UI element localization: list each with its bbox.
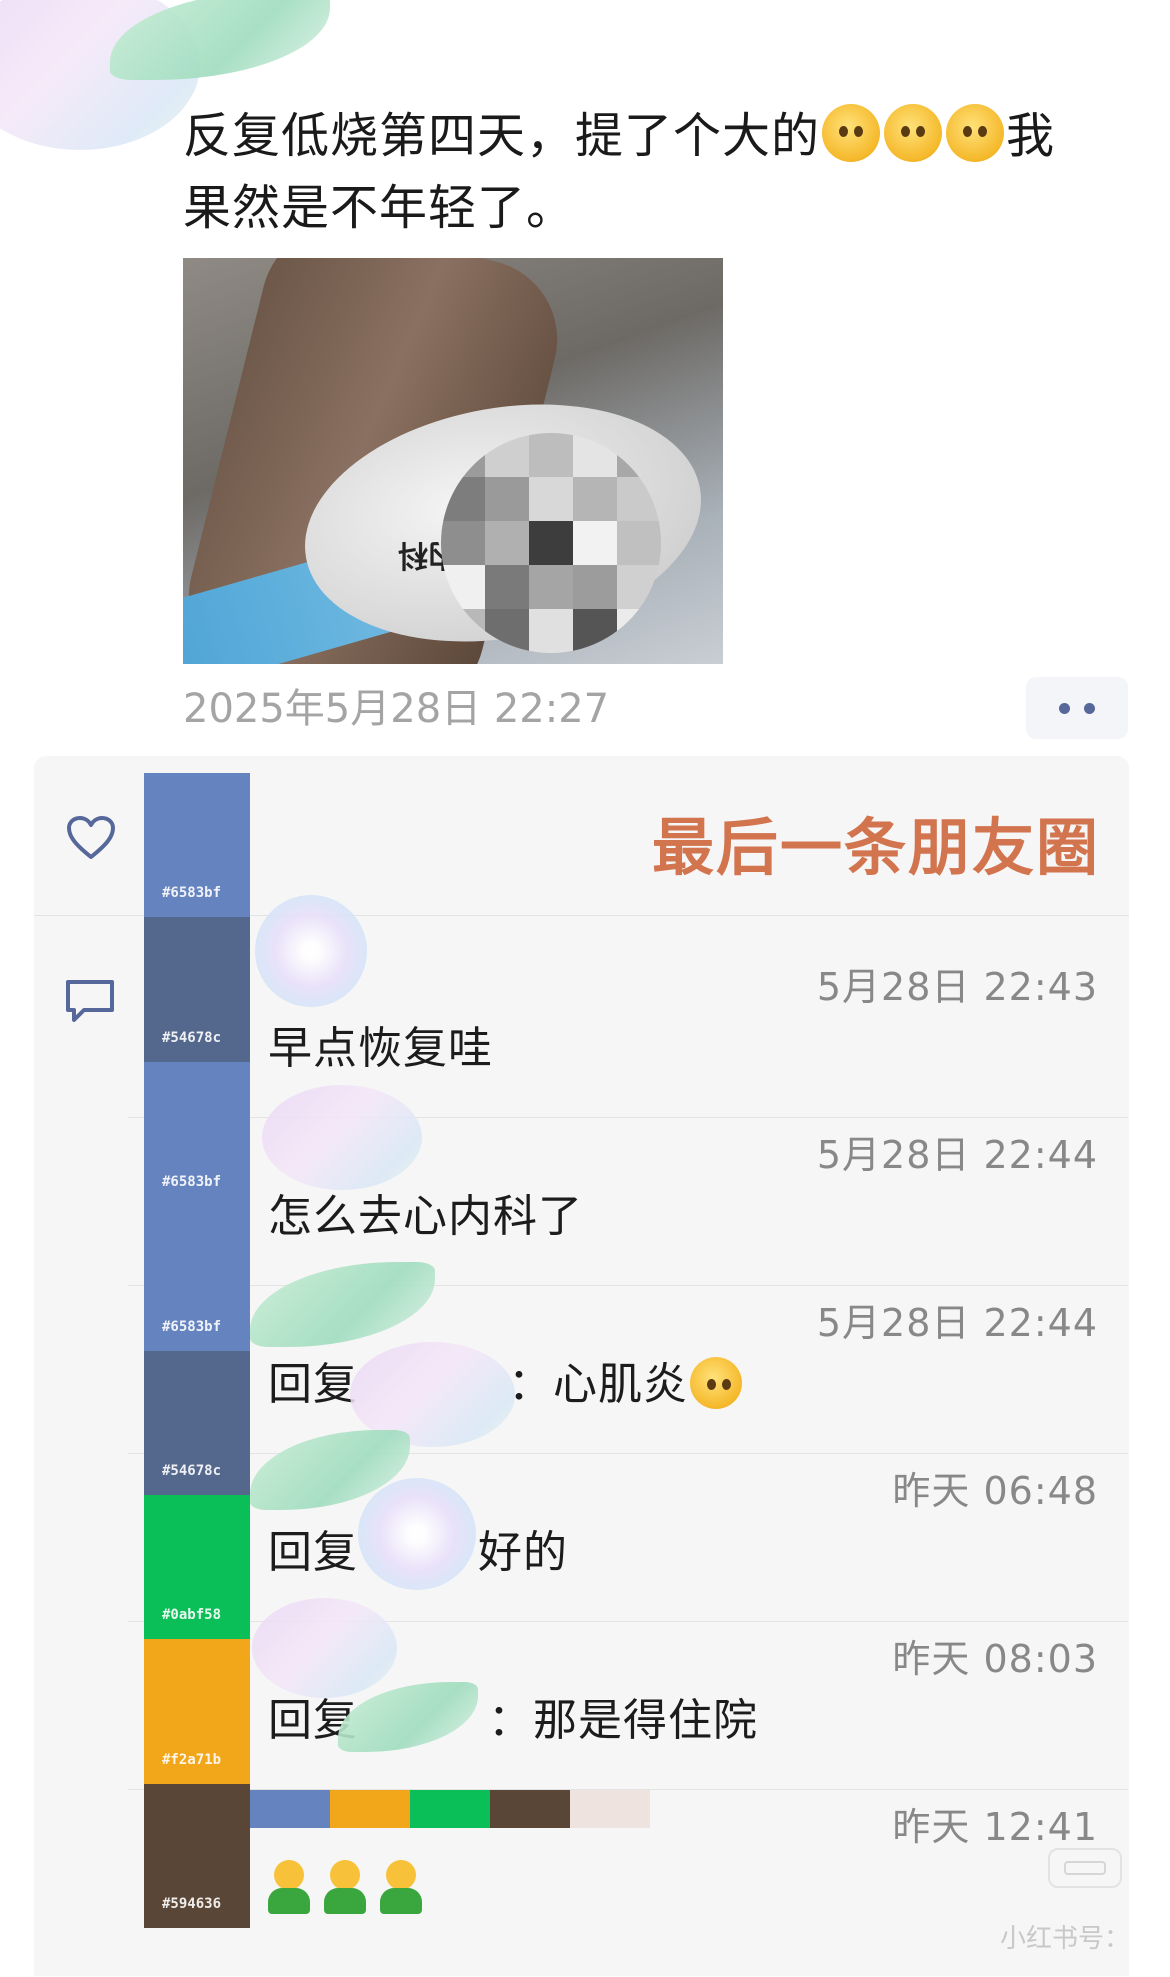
comment-time: 5月28日 22:44 (816, 1133, 1098, 1177)
palette-swatch-label: #6583bf (162, 1318, 222, 1335)
watermark-logo (1048, 1848, 1122, 1888)
decorative-flower (255, 895, 367, 1007)
palette-swatch: #6583bf (144, 1061, 250, 1207)
palette-bar-segment (410, 1790, 490, 1828)
reply-prefix: 回复 (268, 1359, 358, 1410)
comment-item[interactable]: 5月28日 22:43 早点恢复哇 (128, 950, 1128, 1118)
palette-bar-segment (490, 1790, 570, 1828)
palette-swatch: #6583bf (144, 1206, 250, 1351)
reply-text: ：那是得住院 (488, 1695, 758, 1746)
palette-swatch: #6583bf (144, 773, 250, 918)
palette-swatch: #0abf58 (144, 1494, 250, 1640)
palette-swatch-label: #54678c (162, 1462, 222, 1479)
comment-time: 5月28日 22:43 (816, 965, 1098, 1009)
palette-swatch-label: #6583bf (162, 1174, 222, 1191)
face-with-peeking-eye-icon (822, 104, 881, 162)
photo-mosaic (441, 433, 661, 653)
post-text: 反复低烧第四天，提了个大的 我 果然是不年轻了。 (183, 100, 1143, 244)
person-emoji-icon (268, 1860, 310, 1914)
palette-swatch-label: #0abf58 (162, 1607, 222, 1624)
post-text-line1: 反复低烧第四天，提了个大的 (183, 108, 821, 164)
comment-time: 昨天 06:48 (892, 1469, 1098, 1513)
color-palette: #6583bf #54678c #6583bf #6583bf #54678c #0abf… (144, 773, 250, 1928)
comment-text (268, 1860, 436, 1925)
palette-swatch: #54678c (144, 1350, 250, 1495)
face-with-peeking-eye-icon (946, 104, 1005, 162)
reply-prefix: 回复 (268, 1527, 358, 1578)
comment-text: 早点恢复哇 (268, 1023, 493, 1074)
more-dots-icon[interactable] (1026, 677, 1128, 739)
palette-bar-segment (330, 1790, 410, 1828)
person-emoji-icon (380, 1860, 422, 1914)
person-emoji-icon (324, 1860, 366, 1914)
palette-swatch-label: #6583bf (162, 885, 222, 902)
palette-bar-segment (570, 1790, 650, 1828)
overlay-title: 最后一条朋友圈 (651, 811, 1100, 884)
reply-text: 好的 (478, 1527, 568, 1578)
post-text-line2: 果然是不年轻了。 (183, 180, 576, 236)
comment-time: 5月28日 22:44 (816, 1301, 1098, 1345)
watermark-text: 小红书号： (999, 1924, 1130, 1954)
palette-swatch-label: #f2a71b (162, 1751, 222, 1768)
palette-swatch-label: #594636 (162, 1896, 222, 1912)
decorative-blob (262, 1085, 422, 1190)
decorative-flower (358, 1478, 476, 1590)
reply-text: ：心肌炎 (508, 1359, 688, 1410)
palette-swatch-label: #54678c (162, 1029, 222, 1046)
face-with-peeking-eye-icon (690, 1357, 742, 1409)
palette-swatch: #54678c (144, 917, 250, 1062)
comment-text: 怎么去心内科了 (268, 1191, 583, 1242)
palette-swatch: #594636 (144, 1783, 250, 1928)
post-timestamp: 2025年5月28日 22:27 (183, 686, 610, 732)
heart-icon[interactable] (66, 815, 116, 861)
color-palette-bar (250, 1790, 650, 1828)
palette-swatch: #f2a71b (144, 1639, 250, 1784)
comment-icon[interactable] (64, 978, 116, 1026)
palette-bar-segment (250, 1790, 330, 1828)
comment-time: 昨天 08:03 (892, 1637, 1098, 1681)
decorative-blob (252, 1598, 397, 1698)
face-with-peeking-eye-icon (884, 104, 943, 162)
comment-time: 昨天 12:41 (892, 1805, 1098, 1849)
post-photo[interactable]: 内科 (183, 258, 723, 664)
post-text-line1-tail: 我 (1006, 108, 1056, 164)
